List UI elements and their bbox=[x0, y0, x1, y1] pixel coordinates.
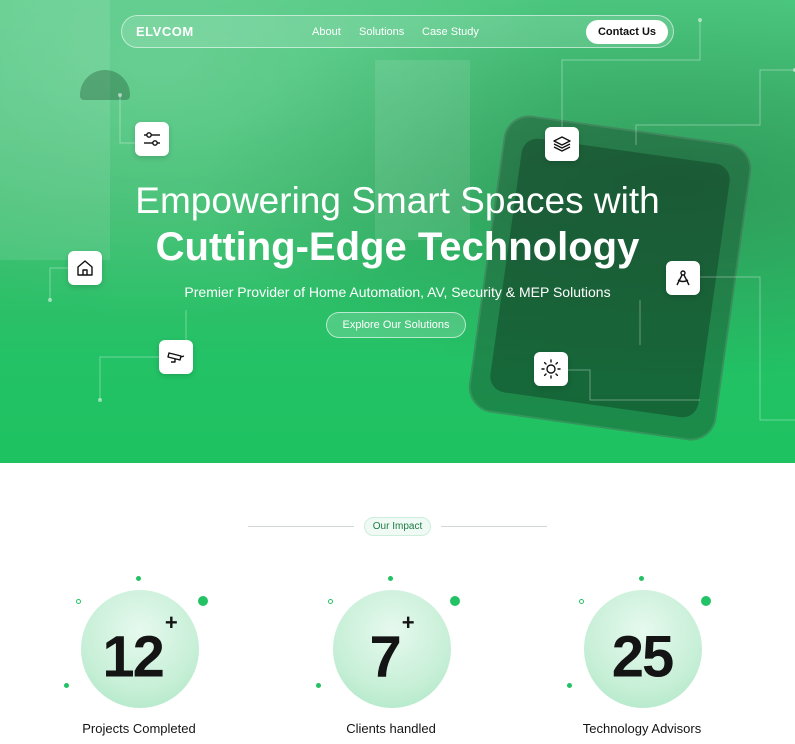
decor-dot bbox=[328, 599, 333, 604]
stat-value: 25 bbox=[611, 624, 674, 690]
layers-icon bbox=[545, 127, 579, 161]
logo[interactable]: ELVCOM bbox=[136, 24, 194, 39]
security-camera-icon bbox=[159, 340, 193, 374]
decor-dot bbox=[701, 596, 711, 606]
decor-dot bbox=[136, 576, 141, 581]
decor-dot bbox=[198, 596, 208, 606]
explore-solutions-button[interactable]: Explore Our Solutions bbox=[326, 312, 466, 338]
decor-dot bbox=[316, 683, 321, 688]
decor-dot bbox=[64, 683, 69, 688]
sun-icon bbox=[534, 352, 568, 386]
stat-value: 12+ bbox=[102, 610, 178, 690]
stat-label: Clients handled bbox=[346, 721, 436, 736]
stat-label: Projects Completed bbox=[82, 721, 196, 736]
contact-us-button[interactable]: Contact Us bbox=[586, 20, 668, 44]
stat-label: Technology Advisors bbox=[582, 721, 702, 736]
sliders-icon bbox=[135, 122, 169, 156]
decor-dot bbox=[567, 683, 572, 688]
nav-link-solutions[interactable]: Solutions bbox=[359, 26, 404, 38]
divider-right bbox=[441, 526, 547, 527]
decor-dot bbox=[639, 576, 644, 581]
hero-title-line1: Empowering Smart Spaces with bbox=[135, 180, 660, 221]
decor-dot bbox=[450, 596, 460, 606]
decor-dot bbox=[76, 599, 81, 604]
navbar: ELVCOM About Solutions Case Study Contac… bbox=[121, 15, 674, 48]
impact-badge: Our Impact bbox=[364, 517, 431, 536]
decor-dot bbox=[579, 599, 584, 604]
nav-link-case-study[interactable]: Case Study bbox=[422, 26, 479, 38]
hero-section: ELVCOM About Solutions Case Study Contac… bbox=[0, 0, 795, 463]
hero-title-line2: Cutting-Edge Technology bbox=[155, 225, 640, 269]
nav-link-about[interactable]: About bbox=[312, 26, 341, 38]
decor-dot bbox=[388, 576, 393, 581]
hero-subtitle: Premier Provider of Home Automation, AV,… bbox=[184, 284, 611, 300]
stat-value: 7+ bbox=[369, 610, 415, 690]
divider-left bbox=[248, 526, 354, 527]
